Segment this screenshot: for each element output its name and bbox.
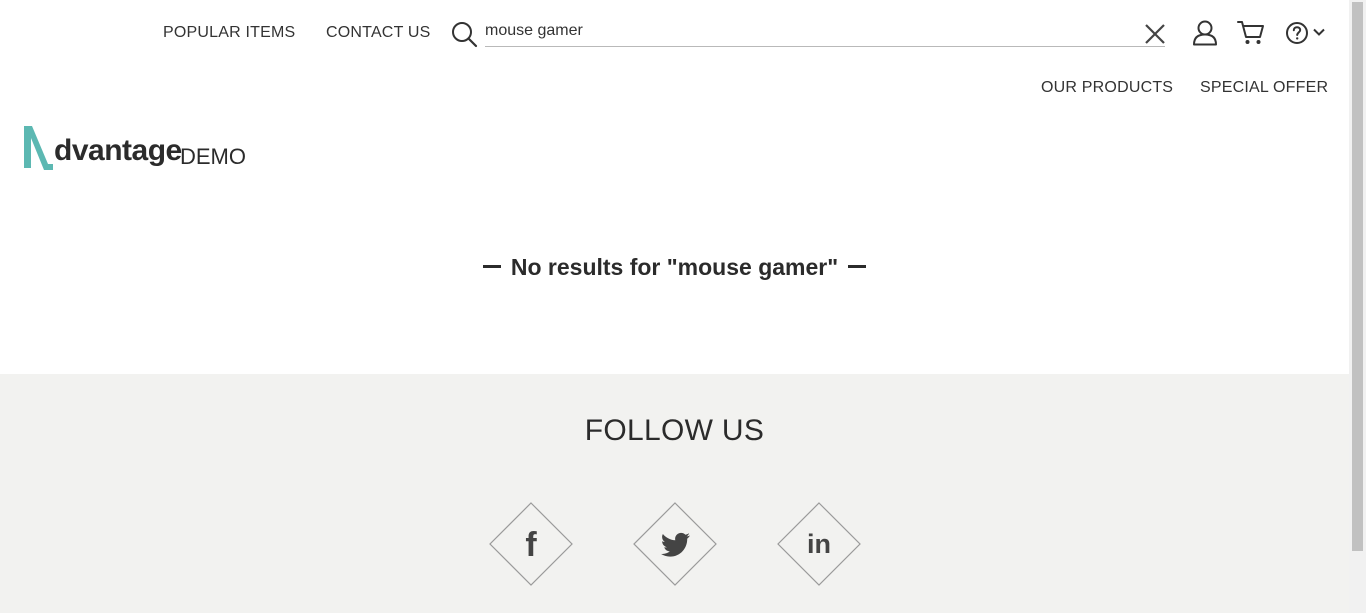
- facebook-icon[interactable]: f: [489, 502, 573, 586]
- twitter-icon[interactable]: [633, 502, 717, 586]
- linkedin-glyph: in: [807, 529, 831, 559]
- close-icon[interactable]: [1143, 22, 1167, 46]
- help-icon[interactable]: [1285, 21, 1309, 45]
- logo[interactable]: dvantage DEMO: [22, 122, 252, 172]
- nav-popular-items[interactable]: POPULAR ITEMS: [163, 24, 295, 42]
- chevron-down-icon[interactable]: [1313, 28, 1325, 37]
- logo-subtext: DEMO: [180, 144, 246, 169]
- search-icon[interactable]: [450, 20, 478, 48]
- no-results-message: No results for "mouse gamer": [0, 254, 1349, 281]
- nav-our-products[interactable]: OUR PRODUCTS: [1041, 79, 1173, 97]
- no-results-text: No results for "mouse gamer": [510, 254, 839, 280]
- nav-contact-us[interactable]: CONTACT US: [326, 24, 431, 42]
- facebook-glyph: f: [525, 526, 537, 564]
- search-bar: [448, 14, 1168, 50]
- search-input[interactable]: [485, 16, 1165, 47]
- help-menu[interactable]: [1285, 20, 1327, 46]
- follow-us-title: FOLLOW US: [584, 414, 765, 447]
- cart-icon[interactable]: [1237, 19, 1265, 46]
- scrollbar-thumb[interactable]: [1352, 2, 1363, 551]
- page: POPULAR ITEMS CONTACT US OUR: [0, 0, 1366, 613]
- footer: FOLLOW US f in: [0, 374, 1349, 613]
- nav-special-offer[interactable]: SPECIAL OFFER: [1200, 79, 1328, 97]
- dash-right: [848, 265, 867, 269]
- linkedin-icon[interactable]: in: [777, 502, 861, 586]
- user-icon[interactable]: [1192, 19, 1218, 46]
- logo-mark: [24, 126, 53, 170]
- scrollbar[interactable]: [1349, 0, 1366, 613]
- dash-left: [482, 265, 501, 269]
- logo-text: dvantage: [54, 134, 182, 167]
